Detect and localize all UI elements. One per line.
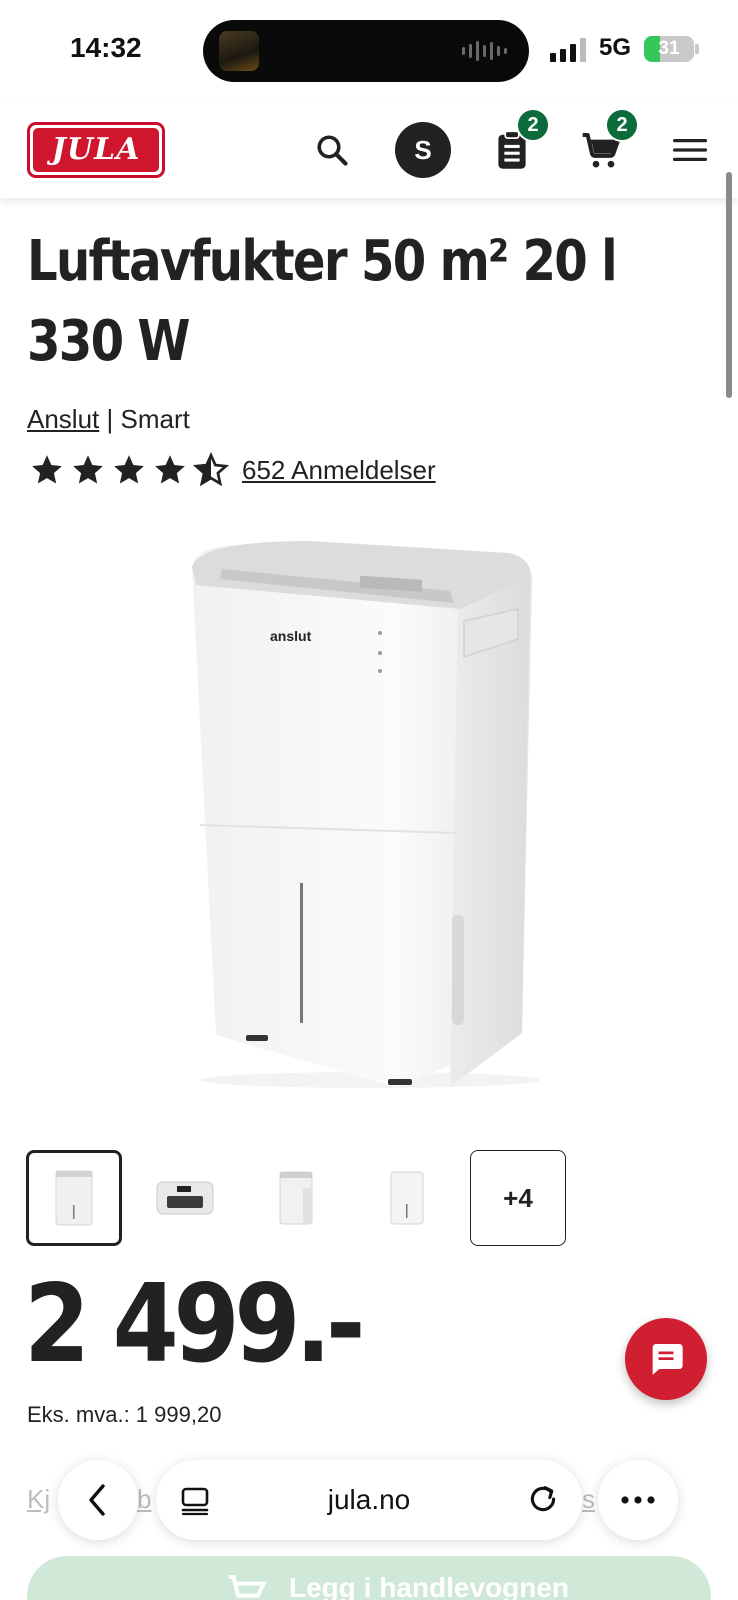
product-image[interactable]: anslut	[180, 535, 560, 1095]
price-ex-vat: Eks. mva.: 1 999,20	[27, 1402, 222, 1427]
cart-count-badge: 2	[605, 108, 639, 142]
search-icon	[317, 135, 348, 166]
chevron-left-icon	[89, 1484, 105, 1516]
more-images-button[interactable]: +4	[470, 1150, 566, 1246]
partial-link-middle[interactable]: b	[137, 1484, 151, 1515]
thumbnail-strip: +4	[26, 1150, 566, 1246]
brand-line: Anslut | Smart	[27, 404, 190, 435]
status-bar: 14:32 5G 31	[0, 0, 738, 100]
more-icon	[621, 1496, 655, 1504]
avatar-initial: S	[414, 134, 432, 165]
browser-back-button[interactable]	[58, 1460, 138, 1540]
jula-logo[interactable]: JULA	[27, 122, 165, 178]
brand-separator: |	[106, 404, 114, 434]
reviews-link[interactable]: 652 Anmeldelser	[242, 455, 436, 486]
cart-icon	[228, 1575, 267, 1598]
partial-link-left[interactable]: Kj	[27, 1484, 50, 1515]
thumbnail-image	[279, 1171, 313, 1225]
cellular-signal-icon	[550, 38, 586, 62]
dehumidifier-image: anslut	[192, 541, 540, 1088]
browser-more-button[interactable]	[598, 1460, 678, 1540]
menu-icon	[673, 139, 707, 161]
brand-link[interactable]: Anslut	[27, 404, 99, 434]
page-scrollbar[interactable]	[726, 172, 732, 398]
thumbnail-2[interactable]	[137, 1150, 233, 1246]
now-playing-artwork	[219, 31, 259, 71]
thumbnail-image	[156, 1181, 214, 1215]
account-avatar-button[interactable]: S	[395, 122, 451, 178]
thumbnail-4[interactable]	[359, 1150, 455, 1246]
browser-address-bar[interactable]: jula.no	[156, 1460, 582, 1540]
reload-icon[interactable]	[526, 1482, 560, 1516]
star-icon	[32, 455, 62, 484]
thumbnail-image	[55, 1170, 93, 1226]
star-icon	[73, 455, 103, 484]
network-type: 5G	[599, 34, 632, 61]
product-title: Luftavfukter 50 m² 20 l 330 W	[27, 229, 618, 374]
thumbnail-1[interactable]	[26, 1150, 122, 1246]
chat-icon	[652, 1344, 683, 1375]
product-brand-logo: anslut	[270, 628, 312, 644]
star-icon	[155, 455, 185, 484]
menu-button[interactable]	[670, 130, 710, 170]
search-button[interactable]	[310, 128, 354, 172]
battery-icon: 31	[644, 36, 694, 62]
rating[interactable]: 652 Anmeldelser	[27, 452, 436, 488]
dynamic-island	[203, 20, 529, 82]
list-count-badge: 2	[516, 108, 550, 142]
audio-wave-icon	[462, 40, 507, 62]
add-to-cart-button[interactable]: Legg i handlevognen	[27, 1556, 711, 1600]
chat-button[interactable]	[625, 1318, 707, 1400]
status-time: 14:32	[70, 32, 142, 63]
product-line: Smart	[120, 404, 190, 434]
partial-link-right[interactable]: s	[582, 1484, 595, 1515]
logo-text: JULA	[33, 128, 159, 172]
site-header: JULA S 2 2	[0, 100, 738, 198]
thumbnail-3[interactable]	[248, 1150, 344, 1246]
half-star-icon	[192, 452, 230, 487]
battery-level: 31	[658, 38, 680, 59]
add-to-cart-label: Legg i handlevognen	[289, 1572, 570, 1600]
battery-cap	[695, 44, 699, 54]
thumbnail-image	[390, 1171, 424, 1225]
browser-url: jula.no	[327, 1484, 411, 1515]
star-icon	[114, 455, 144, 484]
product-price: 2 499.-	[24, 1262, 365, 1387]
